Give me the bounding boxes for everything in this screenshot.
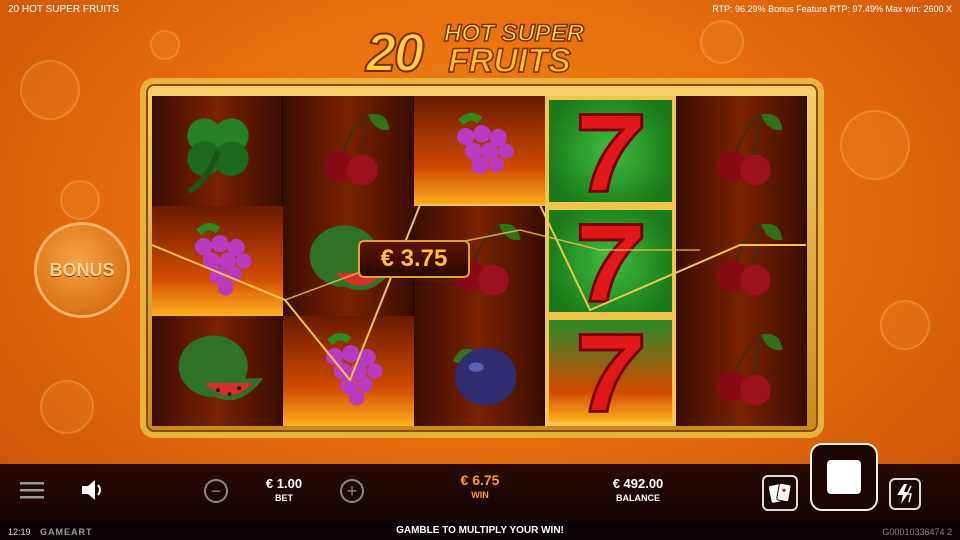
symbol-plum (414, 316, 545, 426)
reel-5 (676, 96, 807, 426)
bet-label: BET (275, 493, 293, 503)
bonus-button[interactable]: BONUS (34, 222, 130, 318)
symbol-seven (545, 96, 676, 206)
grapes-icon (325, 333, 383, 406)
plum-icon (452, 347, 516, 406)
logo-line2: FRUITS (447, 41, 571, 81)
symbol-seven (545, 206, 676, 316)
menu-icon (20, 482, 44, 499)
symbol-clover (152, 96, 283, 206)
rtp-info: RTP: 96.29% Bonus Feature RTP: 97.49% Ma… (712, 4, 952, 14)
minus-icon: − (210, 480, 222, 501)
cards-icon (768, 482, 792, 503)
background-bubble (700, 20, 744, 64)
plus-icon: + (346, 480, 358, 501)
game-id: G00010336474 2 (882, 527, 952, 537)
cherries-icon (716, 223, 782, 296)
menu-button[interactable] (20, 480, 44, 500)
game-logo: 20 HOT SUPER FRUITS (365, 16, 588, 84)
bet-increase-button[interactable]: + (340, 479, 364, 503)
background-bubble (840, 110, 910, 180)
bet-value: € 1.00 (265, 476, 303, 491)
clover-icon (186, 118, 249, 194)
grapes-icon (194, 223, 252, 296)
turbo-button[interactable] (889, 478, 921, 510)
logo-number: 20 (365, 22, 425, 84)
balance-display: € 492.00 BALANCE (598, 476, 678, 503)
symbol-cherries (676, 206, 807, 316)
background-bubble (150, 30, 180, 60)
balance-value: € 492.00 (612, 476, 664, 491)
symbol-grapes (283, 316, 414, 426)
grapes-icon (456, 113, 514, 175)
symbol-grapes (414, 96, 545, 206)
symbol-cherries (283, 96, 414, 206)
game-title: 20 HOT SUPER FRUITS (8, 4, 119, 15)
seven-icon (578, 333, 643, 413)
balance-label: BALANCE (616, 493, 660, 503)
cherries-icon (716, 333, 782, 406)
gamble-message: GAMBLE TO MULTIPLY YOUR WIN! (396, 525, 564, 536)
reel-1 (152, 96, 283, 426)
sound-button[interactable] (80, 478, 106, 502)
watermelon-icon (178, 335, 263, 401)
reels-grid (152, 96, 808, 426)
win-display: € 6.75 WIN (440, 472, 520, 500)
stop-icon (827, 460, 861, 494)
bet-decrease-button[interactable]: − (204, 479, 228, 503)
seven-icon (578, 223, 643, 303)
background-bubble (880, 300, 930, 350)
symbol-watermelon (152, 316, 283, 426)
background-bubble (20, 60, 80, 120)
reel-4 (545, 96, 676, 426)
seven-icon (578, 113, 643, 193)
stop-spin-button[interactable] (810, 443, 878, 511)
symbol-grapes (152, 206, 283, 316)
win-label: WIN (471, 490, 489, 500)
symbol-seven (545, 316, 676, 426)
cherries-icon (323, 113, 389, 186)
background-bubble (60, 180, 100, 220)
lightning-icon (897, 484, 912, 504)
symbol-cherries (676, 316, 807, 426)
gamble-button[interactable] (762, 475, 798, 511)
bet-display: € 1.00 BET (252, 476, 316, 503)
cherries-icon (716, 113, 782, 186)
win-amount-popup: € 3.75 (358, 240, 470, 278)
sound-icon (82, 480, 101, 500)
background-bubble (40, 380, 94, 434)
win-value: € 6.75 (460, 472, 500, 488)
symbol-cherries (676, 96, 807, 206)
